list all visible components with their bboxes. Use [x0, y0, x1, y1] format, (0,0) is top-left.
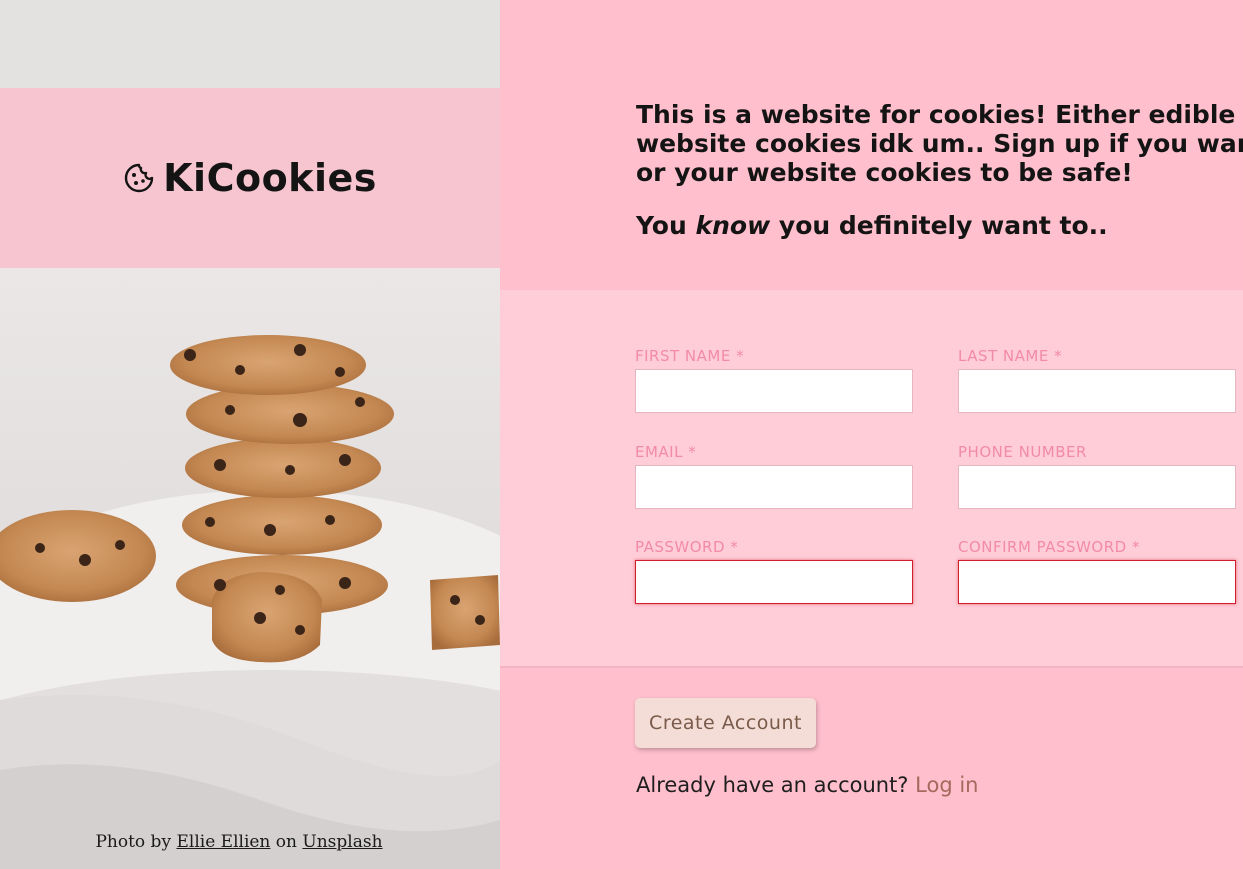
first-name-group: FIRST NAME *: [635, 347, 913, 413]
photo-credit: Photo by Ellie Ellien on Unsplash: [0, 832, 478, 852]
credit-prefix: Photo by: [95, 832, 172, 852]
password-group: PASSWORD *: [635, 538, 913, 604]
logo-banner: KiCookies: [0, 88, 500, 268]
tagline-end: you definitely want to..: [778, 211, 1108, 240]
tagline-emphasis: know: [695, 211, 771, 240]
confirm-password-group: CONFIRM PASSWORD *: [958, 538, 1236, 604]
phone-input[interactable]: [958, 465, 1236, 509]
phone-group: PHONE NUMBER: [958, 443, 1236, 509]
intro-tagline: You know you definitely want to..: [636, 211, 1108, 240]
phone-label: PHONE NUMBER: [958, 443, 1087, 461]
email-input[interactable]: [635, 465, 913, 509]
password-label: PASSWORD *: [635, 538, 739, 556]
intro-line-1: This is a website for cookies! Either ed…: [636, 100, 1243, 129]
unsplash-link[interactable]: Unsplash: [302, 832, 382, 852]
login-link[interactable]: Log in: [915, 773, 978, 797]
intro-line-2: website cookies idk um.. Sign up if you …: [636, 129, 1243, 158]
hero-photo-panel: KiCookies Photo by Ellie Ellien on Unspl…: [0, 0, 500, 869]
intro-line-3: or your website cookies to be safe!: [636, 158, 1133, 187]
credit-middle: on: [275, 832, 297, 852]
intro-text: This is a website for cookies! Either ed…: [636, 100, 1243, 187]
confirm-password-label: CONFIRM PASSWORD *: [958, 538, 1140, 556]
create-account-button[interactable]: Create Account: [635, 698, 816, 748]
tagline-start: You: [636, 211, 687, 240]
confirm-password-input[interactable]: [958, 560, 1236, 604]
brand-name: KiCookies: [163, 156, 377, 200]
login-prompt: Already have an account? Log in: [636, 773, 978, 797]
email-group: EMAIL *: [635, 443, 913, 509]
signup-panel: This is a website for cookies! Either ed…: [500, 0, 1243, 869]
password-input[interactable]: [635, 560, 913, 604]
signup-page: KiCookies Photo by Ellie Ellien on Unspl…: [0, 0, 1243, 869]
first-name-input[interactable]: [635, 369, 913, 413]
cookie-icon: [123, 162, 155, 194]
brand-logo[interactable]: KiCookies: [123, 156, 377, 200]
photographer-link[interactable]: Ellie Ellien: [176, 832, 270, 852]
last-name-group: LAST NAME *: [958, 347, 1236, 413]
last-name-label: LAST NAME *: [958, 347, 1063, 365]
last-name-input[interactable]: [958, 369, 1236, 413]
login-prompt-text: Already have an account?: [636, 773, 909, 797]
email-label: EMAIL *: [635, 443, 697, 461]
signup-form: FIRST NAME * LAST NAME * EMAIL * PHONE N…: [500, 290, 1243, 668]
first-name-label: FIRST NAME *: [635, 347, 745, 365]
